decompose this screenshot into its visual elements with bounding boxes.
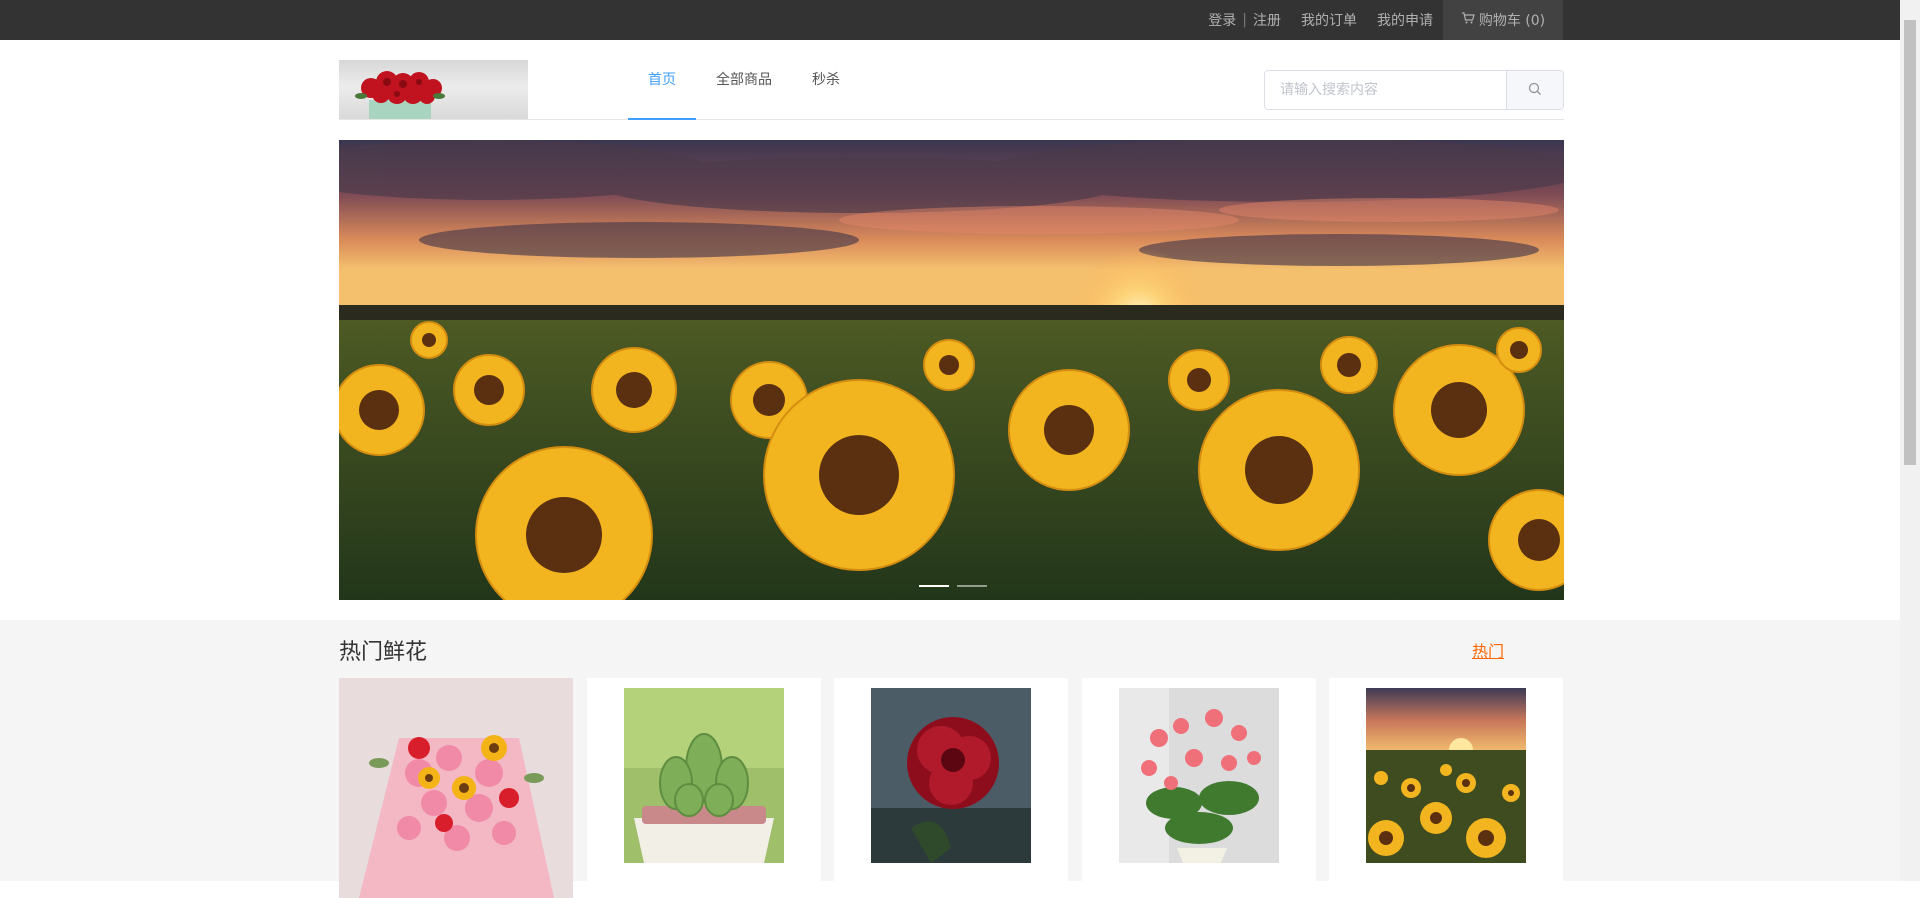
product-card[interactable]	[1082, 678, 1316, 898]
my-orders-link[interactable]: 我的订单	[1301, 10, 1357, 30]
banner-image	[339, 140, 1564, 600]
hot-flowers-section: 热门鲜花 热门	[0, 620, 1900, 898]
header: 首页 全部商品 秒杀	[339, 40, 1564, 120]
search-button[interactable]	[1506, 71, 1563, 109]
product-image	[339, 678, 573, 898]
product-card[interactable]	[587, 678, 821, 898]
carousel-dot[interactable]	[957, 585, 987, 587]
banner-carousel[interactable]	[339, 140, 1564, 600]
scrollbar-thumb[interactable]	[1904, 20, 1916, 465]
nav-home[interactable]: 首页	[628, 40, 696, 120]
product-image	[1366, 688, 1526, 863]
product-card[interactable]	[1329, 678, 1563, 898]
nav-all-products[interactable]: 全部商品	[696, 40, 792, 120]
register-link[interactable]: 注册	[1253, 10, 1281, 30]
login-link[interactable]: 登录	[1208, 10, 1236, 30]
main-nav: 首页 全部商品 秒杀	[628, 40, 860, 120]
search-input[interactable]	[1265, 71, 1506, 109]
product-image	[1119, 688, 1279, 863]
my-applications-link[interactable]: 我的申请	[1377, 10, 1433, 30]
carousel-indicators	[919, 585, 987, 587]
topbar-separator: |	[1242, 12, 1247, 28]
cart-label: 购物车 (0)	[1478, 13, 1546, 29]
product-card[interactable]	[834, 678, 1068, 898]
section-title: 热门鲜花	[339, 640, 428, 665]
search-icon	[1528, 81, 1542, 100]
product-card[interactable]	[339, 678, 573, 898]
nav-flash-sale[interactable]: 秒杀	[792, 40, 860, 120]
hot-link[interactable]: 热门	[1472, 638, 1504, 662]
topbar-links: 登录 | 注册 我的订单 我的申请	[1208, 0, 1433, 40]
search-box	[1264, 70, 1564, 110]
cart-icon	[1461, 11, 1475, 29]
site-logo[interactable]	[339, 60, 528, 119]
product-image	[871, 688, 1031, 863]
page-scrollbar[interactable]	[1900, 0, 1920, 881]
product-image	[624, 688, 784, 863]
cart-button[interactable]: 购物车 (0)	[1443, 0, 1563, 40]
carousel-dot[interactable]	[919, 585, 949, 587]
top-bar: 登录 | 注册 我的订单 我的申请 购物车 (0)	[0, 0, 1900, 40]
